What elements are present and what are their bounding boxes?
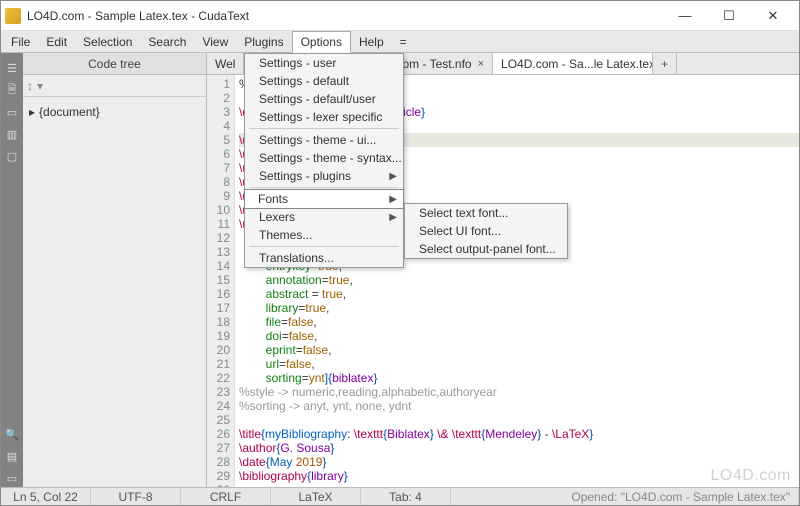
status-opened: Opened: "LO4D.com - Sample Latex.tex" (451, 488, 799, 505)
tab-label: om - Test.nfo (402, 57, 471, 71)
side-panel-title: Code tree (23, 53, 206, 75)
options-item[interactable]: Settings - theme - syntax... (245, 149, 403, 167)
menu-view[interactable]: View (194, 31, 236, 52)
tab-label: Wel (215, 57, 235, 71)
rail-tree-icon[interactable]: 🗎 (3, 81, 21, 99)
menu-plugins[interactable]: Plugins (236, 31, 291, 52)
rail-doc-icon[interactable]: ▢ (3, 147, 21, 165)
app-icon (5, 8, 21, 24)
menu-selection[interactable]: Selection (75, 31, 140, 52)
menu-options[interactable]: Options (292, 31, 351, 53)
menu-edit[interactable]: Edit (38, 31, 75, 52)
workspace: ☰ 🗎 ▭ ▥ ▢ 🔍 ▤ ▭ Code tree ↕ ▾ ▸ {documen… (1, 53, 799, 489)
submenu-arrow-icon: ▶ (389, 194, 397, 205)
options-item[interactable]: Fonts▶ (244, 189, 404, 209)
rail-tabs-icon[interactable]: ▥ (3, 125, 21, 143)
options-item[interactable]: Settings - lexer specific (245, 108, 403, 126)
rail-project-icon[interactable]: ▭ (3, 103, 21, 121)
tree-node-label: {document} (39, 105, 100, 119)
submenu-arrow-icon: ▶ (389, 171, 397, 182)
status-eol[interactable]: CRLF (181, 488, 271, 505)
fonts-submenu: Select text font...Select UI font...Sele… (404, 203, 568, 259)
options-item[interactable]: Translations... (245, 249, 403, 267)
left-rail: ☰ 🗎 ▭ ▥ ▢ 🔍 ▤ ▭ (1, 53, 23, 489)
side-panel-toolbar: ↕ ▾ (23, 75, 206, 97)
tree-expand-icon[interactable]: ▸ (29, 105, 35, 119)
close-button[interactable]: ✕ (751, 2, 795, 30)
status-tab[interactable]: Tab: 4 (361, 488, 451, 505)
status-position[interactable]: Ln 5, Col 22 (1, 488, 91, 505)
status-lexer[interactable]: LaTeX (271, 488, 361, 505)
options-item[interactable]: Settings - default (245, 72, 403, 90)
options-item[interactable]: Lexers▶ (245, 208, 403, 226)
tab-new-button[interactable]: + (653, 53, 677, 74)
maximize-button[interactable]: ☐ (707, 2, 751, 30)
options-item[interactable]: Themes... (245, 226, 403, 244)
submenu-arrow-icon: ▶ (389, 212, 397, 223)
tab-2[interactable]: LO4D.com - Sa...le Latex.tex× (493, 53, 653, 74)
rail-console-icon[interactable]: ▤ (3, 447, 21, 465)
status-encoding[interactable]: UTF-8 (91, 488, 181, 505)
rail-search-icon[interactable]: 🔍 (3, 425, 21, 443)
fonts-item[interactable]: Select output-panel font... (405, 240, 567, 258)
window-title: LO4D.com - Sample Latex.tex - CudaText (27, 9, 663, 23)
fonts-item[interactable]: Select text font... (405, 204, 567, 222)
tab-1[interactable]: om - Test.nfo × (394, 53, 493, 74)
tree-node-document[interactable]: ▸ {document} (29, 105, 200, 119)
line-gutter: 1234567891011121314151617181920212223242… (207, 75, 235, 489)
code-tree[interactable]: ▸ {document} (23, 97, 206, 489)
tree-sort-icon[interactable]: ↕ (27, 79, 33, 93)
side-panel: Code tree ↕ ▾ ▸ {document} (23, 53, 207, 489)
options-item[interactable]: Settings - user (245, 54, 403, 72)
status-bar: Ln 5, Col 22 UTF-8 CRLF LaTeX Tab: 4 Ope… (1, 487, 799, 505)
rail-menu-icon[interactable]: ☰ (3, 59, 21, 77)
menu-search[interactable]: Search (140, 31, 194, 52)
minimize-button[interactable]: — (663, 2, 707, 30)
options-item[interactable]: Settings - plugins▶ (245, 167, 403, 185)
options-item[interactable]: Settings - default/user (245, 90, 403, 108)
menubar: File Edit Selection Search View Plugins … (1, 31, 799, 53)
tab-0[interactable]: Wel (207, 53, 244, 74)
titlebar: LO4D.com - Sample Latex.tex - CudaText —… (1, 1, 799, 31)
tab-label: LO4D.com - Sa...le Latex.tex (501, 57, 653, 71)
tree-filter-icon[interactable]: ▾ (37, 79, 43, 93)
menu-extra[interactable]: = (392, 31, 415, 52)
rail-output-icon[interactable]: ▭ (3, 469, 21, 487)
fonts-item[interactable]: Select UI font... (405, 222, 567, 240)
options-item[interactable]: Settings - theme - ui... (245, 131, 403, 149)
tab-close-icon[interactable]: × (478, 58, 484, 70)
menu-file[interactable]: File (3, 31, 38, 52)
options-dropdown: Settings - userSettings - defaultSetting… (244, 53, 404, 268)
menu-help[interactable]: Help (351, 31, 392, 52)
